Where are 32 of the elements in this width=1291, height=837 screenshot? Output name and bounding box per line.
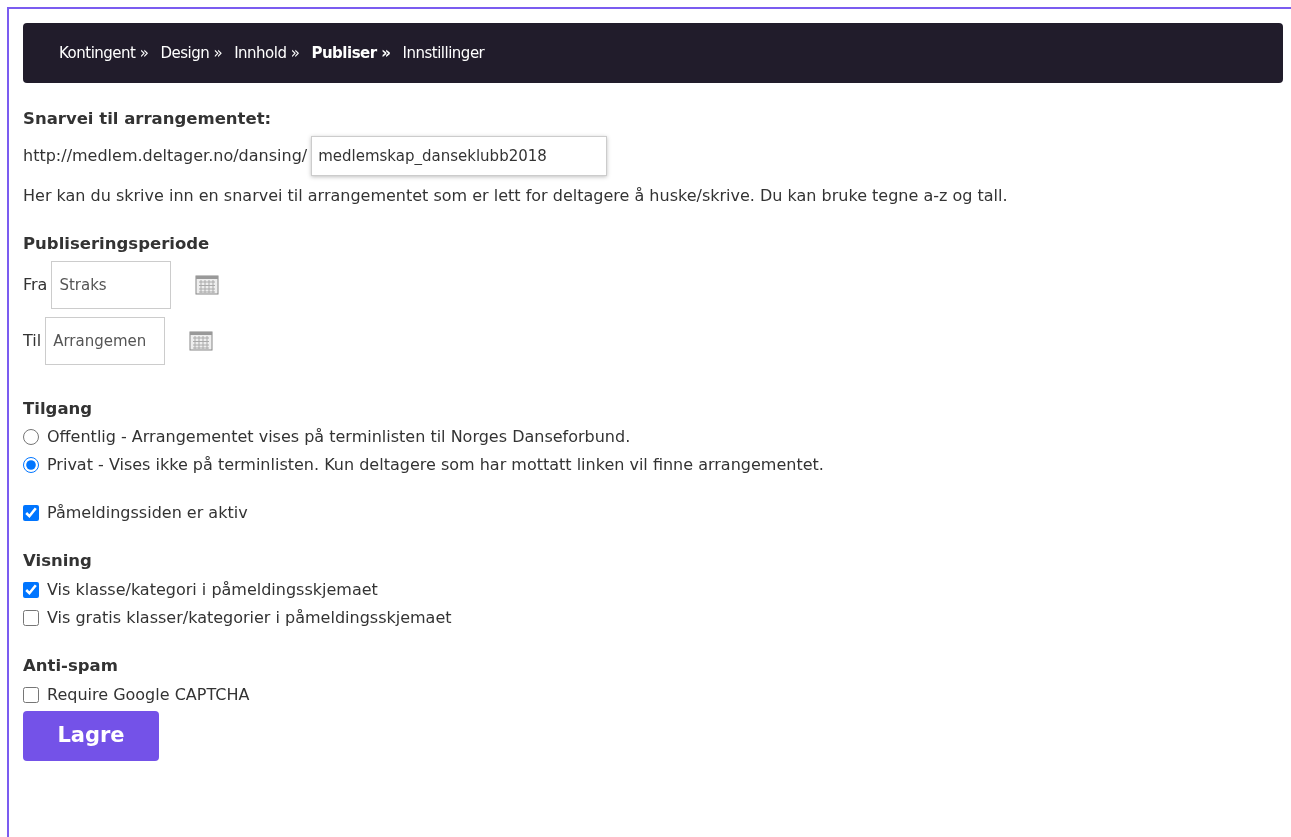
date-field[interactable]: Straks — [51, 260, 172, 309]
checkbox[interactable] — [23, 505, 39, 522]
option-label: Offentlig - Arrangementet vises på terminlisten til Norges Danseforbund. — [47, 426, 631, 449]
section-heading: Snarvei til arrangementet: — [23, 108, 273, 130]
radio-button[interactable] — [23, 429, 39, 446]
option-label: Privat - Vises ikke på terminlisten. Kun deltagere som har mottatt linken vil finne arrangementet. — [47, 454, 824, 477]
calendar-icon[interactable] — [189, 330, 214, 351]
checkbox[interactable] — [23, 582, 39, 598]
option-label: Vis klasse/kategori i påmeldingsskjemaet — [47, 579, 378, 601]
shortcut-field[interactable]: medlemskap_danseklubb2018 — [311, 135, 608, 176]
section-heading: Publiseringsperiode — [23, 232, 211, 255]
option-label: Vis gratis klasser/kategorier i påmeldingsskjemaet — [47, 607, 452, 629]
url-prefix: http://medlem.deltager.no/dansing/ — [23, 144, 308, 167]
date-label: Til — [23, 329, 42, 352]
date-field[interactable]: Arrangemen — [45, 316, 166, 365]
help-text: Her kan du skrive inn en snarvei til arrangementet som er lett for deltagere å huske/skrive. Du kan bruke tegne a-z og tall. — [23, 184, 1009, 207]
section-heading: Anti-spam — [23, 655, 119, 677]
option-label: Påmeldingssiden er aktiv — [47, 502, 248, 525]
option-label: Require Google CAPTCHA — [47, 683, 250, 706]
step-link[interactable]: Kontingent » — [59, 41, 149, 65]
checkbox[interactable] — [23, 610, 39, 626]
save-button[interactable]: Lagre — [23, 710, 159, 761]
section-heading: Tilgang — [23, 397, 94, 420]
section-heading: Visning — [23, 550, 93, 573]
calendar-icon[interactable] — [195, 274, 220, 295]
radio-button[interactable] — [23, 457, 39, 474]
step-link[interactable]: Innstillinger — [402, 41, 485, 65]
step-link[interactable]: Design » — [160, 41, 223, 65]
step-link[interactable]: Innhold » — [234, 41, 300, 65]
checkbox[interactable] — [23, 686, 39, 703]
step-link[interactable]: Publiser » — [311, 41, 391, 65]
date-label: Fra — [23, 273, 48, 296]
